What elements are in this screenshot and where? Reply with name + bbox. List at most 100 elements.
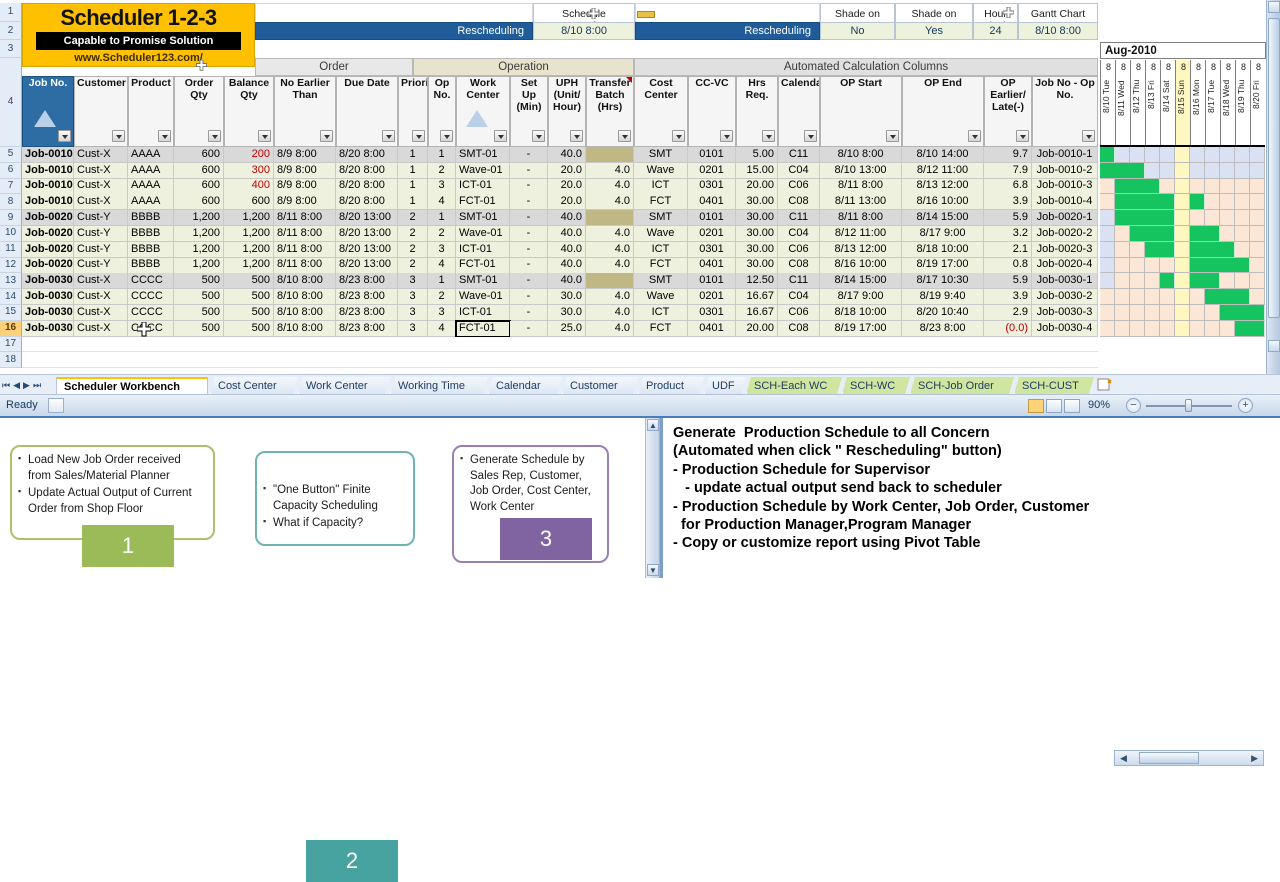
cell-hrs_req-row6[interactable]: 15.00 <box>736 162 778 179</box>
cell-op_start-row10[interactable]: 8/12 11:00 <box>820 226 902 242</box>
gantt-date-column[interactable]: 8 8/11 Wed <box>1115 60 1130 146</box>
cell-due_date-row8[interactable]: 8/20 8:00 <box>336 194 398 211</box>
cell-job_no-row9[interactable]: Job-0020 <box>22 210 74 227</box>
cell-transfer-row16[interactable]: 4.0 <box>586 320 634 337</box>
cell-transfer-row14[interactable]: 4.0 <box>586 289 634 306</box>
cell-due_date-row13[interactable]: 8/23 8:00 <box>336 273 398 290</box>
cell-set_up-row12[interactable]: - <box>510 257 548 274</box>
cell-cost_center-row5[interactable]: SMT <box>634 147 688 163</box>
cell-set_up-row14[interactable]: - <box>510 289 548 306</box>
cell-no_earlier-row14[interactable]: 8/10 8:00 <box>274 289 336 306</box>
cell-customer-row12[interactable]: Cust-Y <box>74 257 128 274</box>
cell-order_qty-row13[interactable]: 500 <box>174 273 224 290</box>
cell-cost_center-row14[interactable]: Wave <box>634 289 688 306</box>
cell-op_end-row9[interactable]: 8/14 15:00 <box>902 210 984 227</box>
cell-op_no-row9[interactable]: 1 <box>428 210 456 227</box>
cell-transfer-row12[interactable]: 4.0 <box>586 257 634 274</box>
cell-bal_qty-row12[interactable]: 1,200 <box>224 257 274 274</box>
cell-set_up-row15[interactable]: - <box>510 305 548 321</box>
row-header-8[interactable]: 8 <box>0 194 22 211</box>
cell-transfer-row6[interactable]: 4.0 <box>586 162 634 179</box>
cell-calendar-row13[interactable]: C11 <box>778 273 820 290</box>
cell-work_center-row11[interactable]: ICT-01 <box>456 241 510 258</box>
row-header-5[interactable]: 5 <box>0 147 22 163</box>
cell-cc_vc-row9[interactable]: 0101 <box>688 210 736 227</box>
row-header-3[interactable]: 3 <box>0 40 22 58</box>
cell-work_center-row15[interactable]: ICT-01 <box>456 305 510 321</box>
cell-set_up-row5[interactable]: - <box>510 147 548 163</box>
next-sheet-icon[interactable]: ▶ <box>23 380 30 391</box>
cell-uph-row15[interactable]: 30.0 <box>548 305 586 321</box>
cell-priority-row6[interactable]: 1 <box>398 162 428 179</box>
cell-set_up-row8[interactable]: - <box>510 194 548 211</box>
left-pane-scrollbar[interactable]: ▲ ▼ <box>645 418 659 578</box>
cell-transfer-row10[interactable]: 4.0 <box>586 226 634 242</box>
cell-priority-row5[interactable]: 1 <box>398 147 428 163</box>
row-header-14[interactable]: 14 <box>0 289 22 305</box>
cell-op_no-row8[interactable]: 4 <box>428 194 456 211</box>
cell-priority-row12[interactable]: 2 <box>398 257 428 274</box>
row-header-11[interactable]: 11 <box>0 241 22 258</box>
cell-uph-row16[interactable]: 25.0 <box>548 320 586 337</box>
row-header-4[interactable]: 4 <box>0 58 22 147</box>
gantt-date-column[interactable]: 8 8/15 Sun <box>1175 60 1190 146</box>
cell-transfer-row9[interactable] <box>586 210 634 227</box>
cell-bal_qty-row16[interactable]: 500 <box>224 320 274 337</box>
cell-transfer-row5[interactable] <box>586 147 634 163</box>
cell-job_no-row8[interactable]: Job-0010 <box>22 194 74 211</box>
cell-bal_qty-row5[interactable]: 200 <box>224 147 274 163</box>
cell-job_no-row12[interactable]: Job-0020 <box>22 257 74 274</box>
add-icon[interactable] <box>587 6 600 20</box>
cell-job_op_no-row8[interactable]: Job-0010-4 <box>1032 194 1098 211</box>
cell-due_date-row14[interactable]: 8/23 8:00 <box>336 289 398 306</box>
gantt-date-column[interactable]: 8 8/19 Thu <box>1235 60 1250 146</box>
filter-dropdown-calendar[interactable] <box>804 130 817 142</box>
row-header-15[interactable]: 15 <box>0 305 22 321</box>
cell-order_qty-row11[interactable]: 1,200 <box>174 241 224 258</box>
filter-dropdown-no_earlier[interactable] <box>320 130 333 142</box>
cell-cost_center-row7[interactable]: ICT <box>634 178 688 195</box>
cell-transfer-row8[interactable]: 4.0 <box>586 194 634 211</box>
cell-customer-row14[interactable]: Cust-X <box>74 289 128 306</box>
cell-no_earlier-row12[interactable]: 8/11 8:00 <box>274 257 336 274</box>
cell-customer-row6[interactable]: Cust-X <box>74 162 128 179</box>
sheet-tab-scheduler-workbench[interactable]: Scheduler Workbench <box>56 377 208 394</box>
cell-hrs_req-row8[interactable]: 30.00 <box>736 194 778 211</box>
cell-op_end-row10[interactable]: 8/17 9:00 <box>902 226 984 242</box>
cell-job_op_no-row13[interactable]: Job-0030-1 <box>1032 273 1098 290</box>
sheet-tab-product[interactable]: Product <box>638 377 704 394</box>
cell-cc_vc-row8[interactable]: 0401 <box>688 194 736 211</box>
cell-no_earlier-row13[interactable]: 8/10 8:00 <box>274 273 336 290</box>
cell-job_op_no-row11[interactable]: Job-0020-3 <box>1032 241 1098 258</box>
cell-set_up-row13[interactable]: - <box>510 273 548 290</box>
sheet-tab-work-center[interactable]: Work Center <box>298 377 390 394</box>
cell-order_qty-row9[interactable]: 1,200 <box>174 210 224 227</box>
filter-dropdown-op_end[interactable] <box>968 130 981 142</box>
cell-cc_vc-row6[interactable]: 0201 <box>688 162 736 179</box>
cell-op_no-row7[interactable]: 3 <box>428 178 456 195</box>
cell-product-row10[interactable]: BBBB <box>128 226 174 242</box>
cell-uph-row7[interactable]: 20.0 <box>548 178 586 195</box>
cell-product-row12[interactable]: BBBB <box>128 257 174 274</box>
sheet-tab-sch-wc[interactable]: SCH-WC <box>842 377 910 394</box>
cell-op_end-row14[interactable]: 8/19 9:40 <box>902 289 984 306</box>
page-layout-view-button[interactable] <box>1046 399 1062 413</box>
row-header-18[interactable]: 18 <box>0 352 22 369</box>
cell-op_early-row16[interactable]: (0.0) <box>984 320 1032 337</box>
row-header-6[interactable]: 6 <box>0 162 22 179</box>
cell-hrs_req-row5[interactable]: 5.00 <box>736 147 778 163</box>
sheet-tab-sch-job-order[interactable]: SCH-Job Order <box>910 377 1014 394</box>
left-pane-scroll-up-icon[interactable]: ▲ <box>647 419 659 431</box>
cell-hrs_req-row9[interactable]: 30.00 <box>736 210 778 227</box>
sheet-tab-calendar[interactable]: Calendar <box>488 377 562 394</box>
cell-set_up-row11[interactable]: - <box>510 241 548 258</box>
sheet-tab-udf[interactable]: UDF <box>704 377 746 394</box>
filter-dropdown-uph[interactable] <box>570 130 583 142</box>
row-header-7[interactable]: 7 <box>0 178 22 195</box>
cell-op_start-row16[interactable]: 8/19 17:00 <box>820 320 902 337</box>
cell-due_date-row15[interactable]: 8/23 8:00 <box>336 305 398 321</box>
sheet-nav-buttons[interactable]: ⏮ ◀ ▶ ⏭ <box>2 378 54 392</box>
cell-calendar-row14[interactable]: C04 <box>778 289 820 306</box>
cell-product-row5[interactable]: AAAA <box>128 147 174 163</box>
shade-on-sat-value[interactable]: No <box>820 22 895 40</box>
